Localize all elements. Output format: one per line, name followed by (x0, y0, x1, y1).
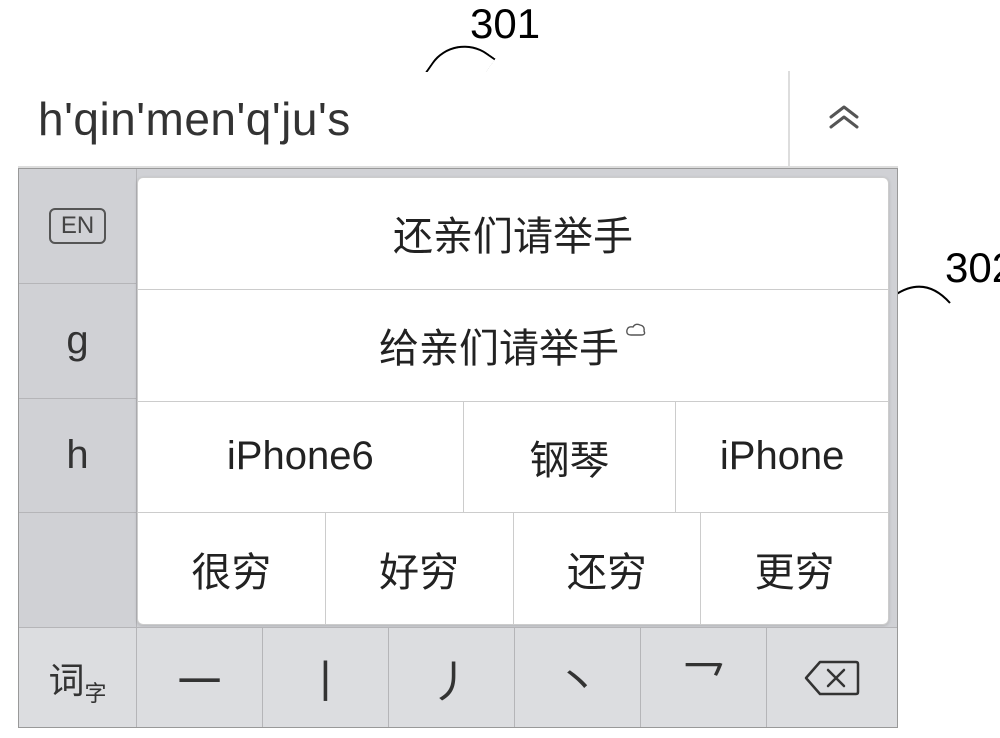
candidate-item[interactable]: 钢琴 (464, 402, 677, 513)
side-key-g[interactable]: g (19, 284, 137, 399)
pinyin-input-bar: h'qin'men'q'ju's (18, 72, 898, 168)
word-mode-button[interactable]: 词字 (19, 627, 137, 727)
stroke-key-dian[interactable]: 丶 (515, 627, 641, 727)
candidate-item[interactable]: 好穷 (326, 513, 514, 624)
en-badge-icon: EN (49, 208, 106, 244)
delete-button[interactable] (767, 627, 897, 727)
candidate-item[interactable]: 还穷 (514, 513, 702, 624)
candidate-row-2: 给亲们请举手 (138, 290, 888, 402)
candidate-item[interactable]: 还亲们请举手 (138, 178, 888, 289)
english-switch-button[interactable]: EN (19, 169, 137, 284)
candidate-row-3: iPhone6 钢琴 iPhone (138, 402, 888, 514)
backspace-icon (804, 658, 860, 698)
callout-line-302 (895, 275, 955, 315)
stroke-key-pie[interactable]: 丿 (389, 627, 515, 727)
candidate-text: 给亲们请举手 (379, 316, 619, 374)
side-column: EN g h (19, 169, 137, 627)
stroke-row: 词字 一 丨 丿 丶 乛 (19, 627, 897, 727)
keyboard-panel: EN g h 还亲们请举手 给亲们请举手 i (18, 168, 898, 728)
candidate-item-cloud[interactable]: 给亲们请举手 (138, 290, 888, 401)
stroke-key-heng[interactable]: 一 (137, 627, 263, 727)
pinyin-composition: h'qin'men'q'ju's (18, 92, 788, 146)
chevron-up-icon (827, 98, 861, 140)
candidate-item[interactable]: 更穷 (701, 513, 888, 624)
stroke-key-zhe[interactable]: 乛 (641, 627, 767, 727)
expand-candidates-button[interactable] (788, 71, 898, 167)
side-key-h[interactable]: h (19, 399, 137, 514)
candidate-row-1: 还亲们请举手 (138, 178, 888, 290)
keyboard-upper: EN g h 还亲们请举手 给亲们请举手 i (19, 169, 897, 627)
candidates-panel: 还亲们请举手 给亲们请举手 iPhone6 钢琴 iPhone 很穷 (137, 177, 889, 625)
side-key-empty (19, 513, 137, 627)
stroke-key-shu[interactable]: 丨 (263, 627, 389, 727)
candidate-item[interactable]: iPhone (676, 402, 888, 513)
cloud-icon (625, 318, 647, 344)
candidate-item[interactable]: 很穷 (138, 513, 326, 624)
candidate-row-4: 很穷 好穷 还穷 更穷 (138, 513, 888, 624)
candidate-item[interactable]: iPhone6 (138, 402, 464, 513)
callout-label-301: 301 (470, 0, 540, 48)
word-mode-label: 词字 (48, 652, 106, 704)
